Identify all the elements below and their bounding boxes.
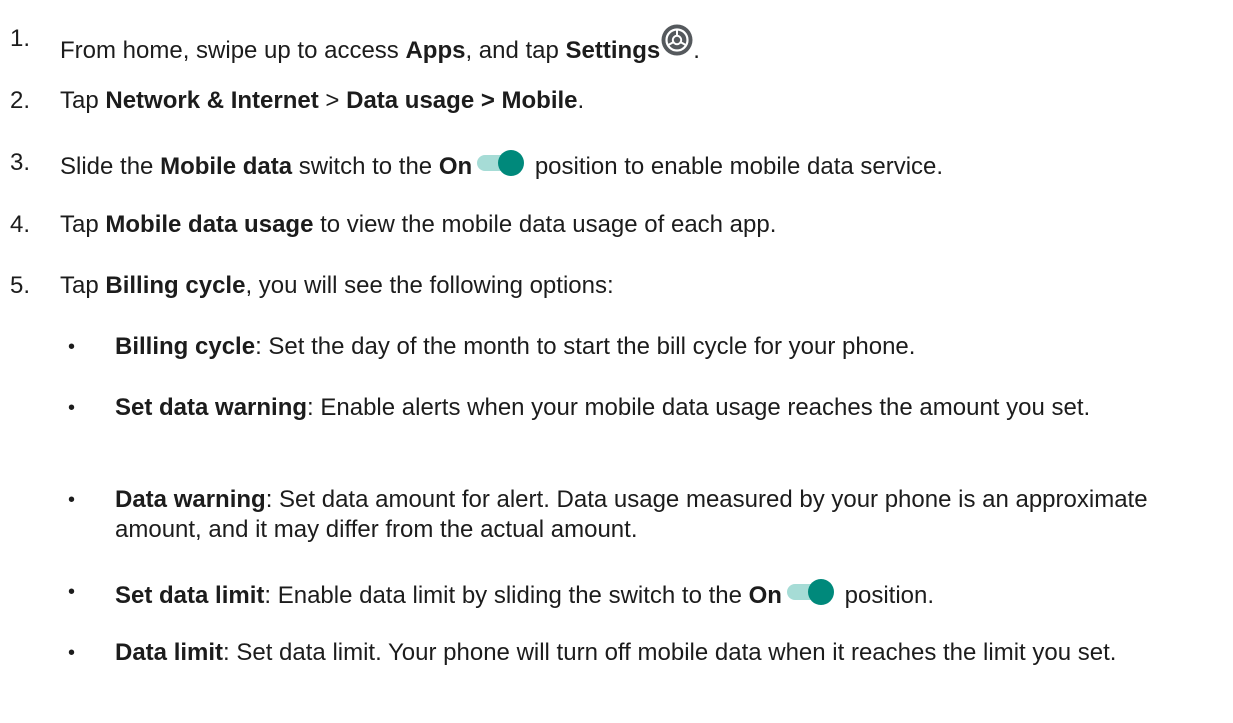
bullet: •: [68, 489, 76, 511]
step-number: 1.: [10, 25, 31, 52]
network-internet-label: Network & Internet: [105, 87, 319, 114]
apps-label: Apps: [405, 37, 466, 64]
step-number: 3.: [10, 149, 31, 176]
step-text: Tap Billing cycle, you will see the foll…: [60, 272, 614, 299]
step-text: Tap Mobile data usage to view the mobile…: [60, 211, 777, 238]
step-text: From home, swipe up to access Apps, and …: [60, 24, 700, 66]
settings-label: Settings: [565, 37, 661, 64]
mobile-data-usage-label: Mobile data usage: [105, 211, 314, 238]
on-label: On: [748, 582, 782, 609]
toggle-on-icon: [786, 579, 834, 605]
mobile-data-label: Mobile data: [160, 153, 293, 180]
data-usage-mobile-label: Data usage > Mobile: [346, 87, 578, 114]
option-text: Set data limit: Enable data limit by sli…: [115, 577, 1205, 611]
option-text: Data warning: Set data amount for alert.…: [115, 486, 1148, 543]
on-label: On: [438, 153, 473, 180]
step-number: 5.: [10, 272, 31, 299]
step-text: Tap Network & Internet > Data usage > Mo…: [60, 87, 585, 114]
bullet: •: [68, 642, 76, 664]
option-text: Billing cycle: Set the day of the month …: [115, 333, 916, 360]
step-number: 4.: [10, 211, 31, 238]
bullet: •: [68, 397, 76, 419]
option-text: Set data warning: Enable alerts when you…: [115, 394, 1091, 421]
step-number: 2.: [10, 87, 31, 114]
bullet: •: [68, 336, 76, 358]
option-text: Data limit: Set data limit. Your phone w…: [115, 639, 1117, 666]
billing-cycle-label: Billing cycle: [105, 272, 246, 299]
toggle-on-icon: [477, 150, 525, 176]
bullet: •: [68, 581, 76, 603]
step-text: Slide the Mobile data switch to the On p…: [60, 148, 943, 182]
gear-icon: [661, 24, 693, 56]
